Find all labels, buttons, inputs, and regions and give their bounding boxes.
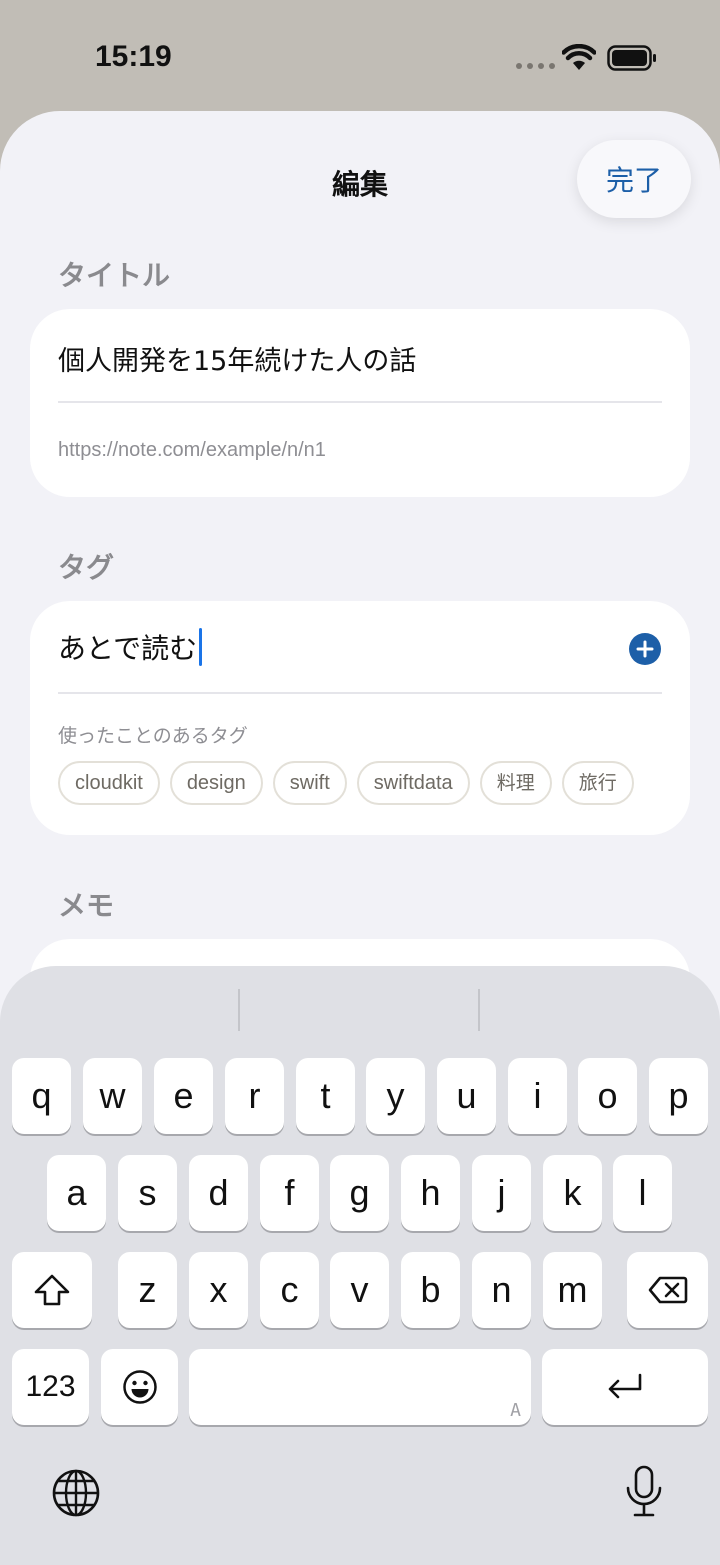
return-icon bbox=[608, 1373, 642, 1399]
divider bbox=[58, 401, 662, 403]
tag-chip[interactable]: swift bbox=[272, 761, 347, 805]
tag-chip[interactable]: 旅行 bbox=[561, 761, 634, 805]
delete-icon bbox=[648, 1276, 687, 1304]
battery-icon bbox=[607, 45, 656, 71]
key-x[interactable]: x bbox=[189, 1252, 248, 1328]
used-tags-label: 使ったことのあるタグ bbox=[58, 725, 248, 747]
status-time: 15:19 bbox=[95, 40, 172, 73]
key-j[interactable]: j bbox=[472, 1155, 531, 1231]
title-field[interactable]: 個人開発を15年続けた人の話 bbox=[58, 339, 416, 378]
key-w[interactable]: w bbox=[83, 1058, 142, 1134]
key-i[interactable]: i bbox=[508, 1058, 567, 1134]
numbers-key[interactable]: 123 bbox=[12, 1349, 89, 1425]
tag-chip[interactable]: swiftdata bbox=[356, 761, 470, 805]
tag-chip[interactable]: cloudkit bbox=[58, 761, 160, 805]
key-m[interactable]: m bbox=[543, 1252, 602, 1328]
divider bbox=[58, 692, 662, 694]
key-l[interactable]: l bbox=[613, 1155, 672, 1231]
key-q[interactable]: q bbox=[12, 1058, 71, 1134]
url-field[interactable]: https://note.com/example/n/n1 bbox=[58, 439, 326, 462]
globe-icon[interactable] bbox=[51, 1468, 101, 1518]
wifi-icon bbox=[562, 44, 596, 70]
shift-key[interactable] bbox=[12, 1252, 92, 1328]
key-a[interactable]: a bbox=[47, 1155, 106, 1231]
tag-input-value: あとで読む bbox=[58, 632, 198, 665]
key-z[interactable]: z bbox=[118, 1252, 177, 1328]
key-y[interactable]: y bbox=[366, 1058, 425, 1134]
key-d[interactable]: d bbox=[189, 1155, 248, 1231]
microphone-icon[interactable] bbox=[622, 1464, 666, 1520]
space-key[interactable]: A bbox=[189, 1349, 531, 1425]
tag-card: あとで読む 使ったことのあるタグ cloudkit design swift swif… bbox=[30, 601, 690, 835]
emoji-key[interactable] bbox=[101, 1349, 178, 1425]
key-h[interactable]: h bbox=[401, 1155, 460, 1231]
tag-section-label: タグ bbox=[58, 551, 115, 584]
key-r[interactable]: r bbox=[225, 1058, 284, 1134]
return-key[interactable] bbox=[542, 1349, 708, 1425]
keyboard: q w e r t y u i o p a s d f g h j k l z … bbox=[0, 966, 720, 1565]
key-s[interactable]: s bbox=[118, 1155, 177, 1231]
memo-section-label: メモ bbox=[58, 889, 115, 922]
key-t[interactable]: t bbox=[296, 1058, 355, 1134]
done-button[interactable]: 完了 bbox=[577, 140, 691, 218]
title-section-label: タイトル bbox=[58, 259, 171, 292]
suggestion-divider bbox=[478, 989, 480, 1031]
key-n[interactable]: n bbox=[472, 1252, 531, 1328]
delete-key[interactable] bbox=[627, 1252, 708, 1328]
key-v[interactable]: v bbox=[330, 1252, 389, 1328]
tag-chip[interactable]: design bbox=[169, 761, 263, 805]
cellular-dots-icon bbox=[516, 63, 555, 69]
shift-icon bbox=[34, 1274, 70, 1306]
add-tag-icon[interactable] bbox=[629, 633, 661, 665]
tag-input[interactable]: あとで読む bbox=[58, 627, 203, 667]
key-c[interactable]: c bbox=[260, 1252, 319, 1328]
key-g[interactable]: g bbox=[330, 1155, 389, 1231]
key-o[interactable]: o bbox=[578, 1058, 637, 1134]
space-key-hint: A bbox=[510, 1400, 521, 1421]
key-k[interactable]: k bbox=[543, 1155, 602, 1231]
used-tags-list: cloudkit design swift swiftdata 料理 旅行 bbox=[58, 761, 662, 805]
key-u[interactable]: u bbox=[437, 1058, 496, 1134]
text-caret bbox=[199, 628, 203, 666]
title-card: 個人開発を15年続けた人の話 https://note.com/example/… bbox=[30, 309, 690, 497]
emoji-icon bbox=[122, 1370, 157, 1404]
key-f[interactable]: f bbox=[260, 1155, 319, 1231]
tag-chip[interactable]: 料理 bbox=[479, 761, 552, 805]
suggestion-divider bbox=[238, 989, 240, 1031]
key-b[interactable]: b bbox=[401, 1252, 460, 1328]
key-p[interactable]: p bbox=[649, 1058, 708, 1134]
key-e[interactable]: e bbox=[154, 1058, 213, 1134]
status-bar: 15:19 bbox=[0, 0, 720, 110]
